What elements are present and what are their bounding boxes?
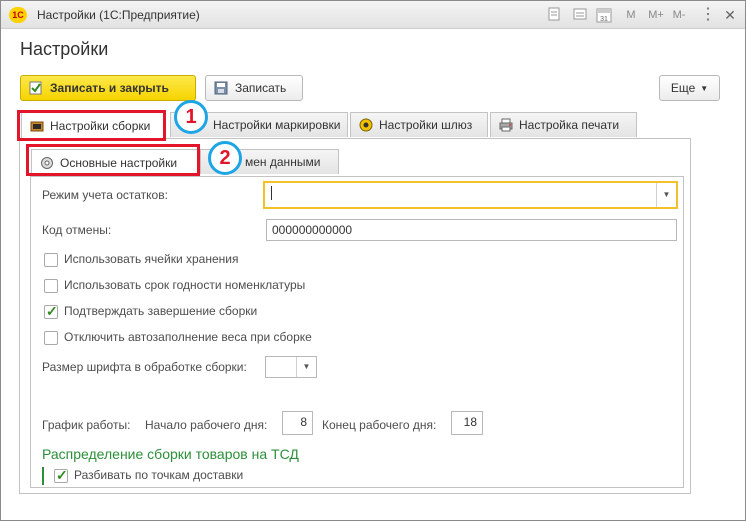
- stock-mode-label: Режим учета остатков:: [42, 188, 168, 202]
- dropdown-arrow-icon[interactable]: ▼: [656, 183, 676, 207]
- highlight-box-1: [17, 110, 166, 141]
- checkbox-disable-weight-autofill-label: Отключить автозаполнение веса при сборке: [64, 330, 312, 344]
- floppy-disk-icon: [214, 81, 228, 95]
- tab-label: Настройка печати: [519, 118, 620, 132]
- highlight-box-2: [26, 144, 200, 176]
- end-day-input[interactable]: 18: [451, 411, 483, 435]
- checkbox-expiry-date-label: Использовать срок годности номенклатуры: [64, 278, 306, 292]
- schedule-label: График работы:: [42, 418, 131, 432]
- text-cursor: [271, 186, 272, 200]
- save-and-close-label: Записать и закрыть: [50, 81, 169, 95]
- close-icon[interactable]: ✕: [722, 7, 738, 23]
- dropdown-arrow-icon[interactable]: ▼: [296, 357, 316, 377]
- start-day-input[interactable]: 8: [282, 411, 313, 435]
- printer-icon: [499, 118, 513, 132]
- document-icon[interactable]: [546, 7, 562, 23]
- page-title: Настройки: [20, 39, 109, 59]
- checkbox-confirm-completion-label: Подтверждать завершение сборки: [64, 304, 258, 318]
- more-label: Еще: [670, 81, 696, 95]
- more-options-icon[interactable]: ⋮: [700, 7, 716, 23]
- save-label: Записать: [235, 81, 287, 95]
- section-title-distribution: Распределение сборки товаров на ТСД: [42, 446, 299, 462]
- start-day-label: Начало рабочего дня:: [145, 418, 268, 432]
- checkbox-split-delivery-points-label: Разбивать по точкам доставки: [74, 468, 244, 482]
- font-size-select[interactable]: ▼: [265, 356, 317, 378]
- save-button[interactable]: Записать: [205, 75, 303, 101]
- checkmark-icon: ✓: [46, 303, 58, 319]
- checkbox-storage-cells[interactable]: [44, 253, 58, 267]
- memory-plus-button[interactable]: M+: [646, 7, 666, 23]
- svg-text:31: 31: [600, 16, 608, 23]
- checkbox-disable-weight-autofill[interactable]: [44, 331, 58, 345]
- cancel-code-input[interactable]: 000000000000: [266, 219, 677, 241]
- checkbox-storage-cells-label: Использовать ячейки хранения: [64, 252, 239, 266]
- dropdown-arrow-icon: ▼: [700, 83, 709, 93]
- annotation-badge-1: 1: [174, 100, 208, 134]
- checkmark-icon: ✓: [56, 467, 68, 483]
- checkbox-confirm-completion[interactable]: ✓: [44, 303, 58, 319]
- title-bar: 1С Настройки (1С:Предприятие) 31 M M+ M-…: [1, 1, 745, 29]
- settings-window: 1С Настройки (1С:Предприятие) 31 M M+ M-…: [0, 0, 746, 521]
- more-button[interactable]: Еще ▼: [659, 75, 720, 101]
- cancel-code-label: Код отмены:: [42, 223, 112, 237]
- annotation-badge-2: 2: [208, 141, 242, 175]
- end-day-label: Конец рабочего дня:: [322, 418, 437, 432]
- font-size-label: Размер шрифта в обработке сборки:: [42, 360, 247, 374]
- tab-label: Настройки маркировки: [213, 118, 341, 132]
- stock-mode-select[interactable]: ▼: [263, 181, 678, 209]
- save-and-close-button[interactable]: Записать и закрыть: [20, 75, 196, 101]
- tab-print-settings[interactable]: Настройка печати: [490, 112, 637, 137]
- window-title: Настройки (1С:Предприятие): [37, 8, 200, 22]
- app-logo-icon: 1С: [9, 7, 27, 23]
- section-bar: [42, 467, 44, 485]
- memory-minus-button[interactable]: M-: [669, 7, 689, 23]
- checkbox-split-delivery-points[interactable]: ✓: [54, 467, 68, 483]
- memory-m-button[interactable]: M: [623, 7, 639, 23]
- calendar-icon[interactable]: 31: [596, 7, 612, 23]
- tab-label: мен данными: [245, 155, 321, 169]
- checkbox-expiry-date[interactable]: [44, 279, 58, 293]
- list-icon[interactable]: [572, 7, 588, 23]
- gear-icon: [359, 118, 373, 132]
- tab-gateway-settings[interactable]: Настройки шлюз: [350, 112, 488, 137]
- checkmark-document-icon: [29, 81, 43, 95]
- tab-label: Настройки шлюз: [379, 118, 473, 132]
